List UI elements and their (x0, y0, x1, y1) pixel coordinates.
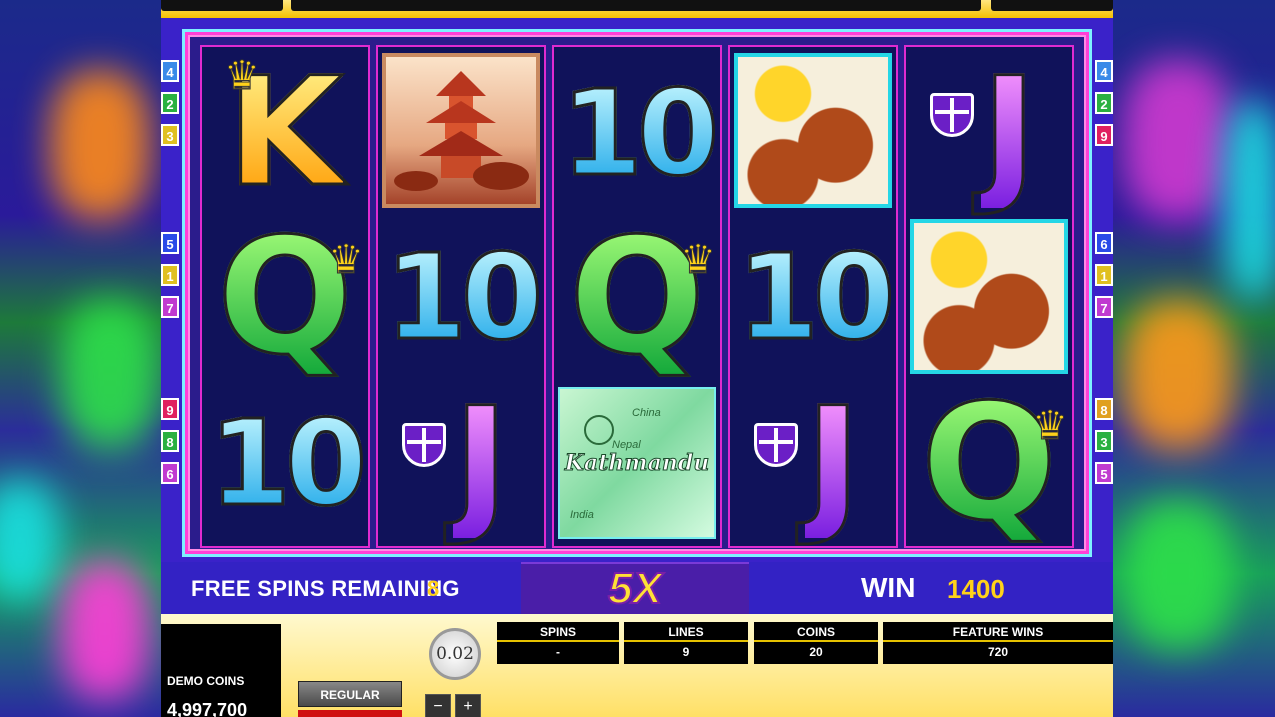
symbol-spice-bowls (910, 219, 1068, 374)
payline-number[interactable]: 6 (161, 462, 179, 484)
payline-number[interactable]: 9 (161, 398, 179, 420)
symbol-j-letter: J (980, 46, 1039, 220)
shield-icon (402, 423, 446, 467)
symbol-10-text: 10 (735, 228, 896, 366)
reel-3: 10 Q ♛ China Nepal Kathmandu India (552, 45, 722, 548)
stat-label: SPINS (497, 622, 619, 642)
status-bar: FREE SPINS REMAINING 8 5X WIN 1400 (161, 562, 1113, 614)
symbol-10: 10 (734, 217, 896, 377)
payline-number[interactable]: 7 (161, 296, 179, 318)
crown-icon: ♛ (1032, 404, 1069, 449)
multiplier-value: 5X (607, 563, 663, 614)
symbol-j: J (382, 383, 540, 543)
symbol-j-letter: J (452, 376, 511, 550)
target-icon (584, 415, 614, 445)
reel-frame: ♛ K Q ♛ 10 10 J 10 Q ♛ China Nepal Kathm… (185, 32, 1089, 554)
map-india-label: India (570, 509, 594, 521)
demo-coins-label: DEMO COINS (167, 674, 245, 688)
payline-number[interactable]: 5 (161, 232, 179, 254)
stat-coins: COINS 20 (754, 622, 878, 664)
shield-icon (754, 423, 798, 467)
stat-spins: SPINS - (497, 622, 619, 664)
shield-icon (930, 93, 974, 137)
crown-icon: ♛ (680, 238, 717, 283)
stat-value: 9 (682, 645, 690, 659)
paylines-left-bottom: 9 8 6 (161, 398, 181, 494)
reel-5: J Q ♛ (904, 45, 1074, 548)
map-title: Kathmandu (564, 450, 710, 477)
symbol-j: J (734, 383, 892, 543)
multiplier-panel: 5X (521, 562, 749, 614)
crown-icon: ♛ (328, 238, 365, 283)
payline-number[interactable]: 3 (161, 124, 179, 146)
stat-lines: LINES 9 (624, 622, 748, 664)
paylines-right-mid: 6 1 7 (1095, 232, 1113, 328)
symbol-10-text: 10 (207, 394, 368, 532)
stat-value: - (556, 645, 560, 659)
slot-game: 4 2 3 5 1 7 9 8 6 4 2 9 6 1 7 8 3 5 ♛ K (161, 0, 1113, 717)
demo-coins-box: DEMO COINS 4,997,700 (161, 624, 281, 717)
stat-label: LINES (624, 622, 748, 642)
symbol-spice-bowls (734, 53, 892, 208)
stat-feature-wins: FEATURE WINS 720 (883, 622, 1113, 664)
symbol-j-letter: J (804, 376, 863, 550)
symbol-k: ♛ K (206, 53, 364, 213)
stat-label: COINS (754, 622, 878, 642)
payline-number[interactable]: 9 (1095, 124, 1113, 146)
stat-value: 20 (809, 645, 823, 659)
spin-mode-button[interactable] (298, 710, 402, 717)
regular-button[interactable]: REGULAR (298, 681, 402, 707)
symbol-10-text: 10 (383, 228, 544, 366)
payline-number[interactable]: 4 (161, 60, 179, 82)
reel-4: 10 J (728, 45, 898, 548)
coin-increase-button[interactable]: + (455, 694, 481, 717)
demo-coins-value: 4,997,700 (167, 700, 248, 717)
symbol-q: Q ♛ (206, 215, 365, 378)
free-spins-label: FREE SPINS REMAINING (191, 576, 460, 601)
symbol-pagoda (382, 53, 540, 208)
payline-number[interactable]: 6 (1095, 232, 1113, 254)
symbol-q: Q ♛ (558, 215, 717, 378)
payline-number[interactable]: 1 (161, 264, 179, 286)
symbol-10-text: 10 (559, 64, 720, 202)
symbol-10: 10 (382, 217, 544, 377)
coin-value-chip[interactable]: 0.02 (429, 628, 481, 680)
symbol-map-scatter: China Nepal Kathmandu India (558, 387, 716, 539)
win-value: 1400 (947, 574, 1005, 604)
coin-decrease-button[interactable]: − (425, 694, 451, 717)
payline-number[interactable]: 8 (1095, 398, 1113, 420)
win-label: WIN (861, 572, 916, 603)
free-spins-value: 8 (427, 576, 440, 601)
symbol-10: 10 (558, 53, 720, 213)
crown-icon: ♛ (224, 54, 261, 99)
reel-1: ♛ K Q ♛ 10 (200, 45, 370, 548)
paylines-left-mid: 5 1 7 (161, 232, 181, 328)
top-bar (161, 0, 1113, 18)
background-left (0, 0, 161, 717)
symbol-q: Q ♛ (910, 381, 1069, 544)
paylines-left: 4 2 3 (161, 60, 181, 156)
paylines-right: 4 2 9 (1095, 60, 1113, 156)
pagoda-icon (394, 70, 529, 191)
payline-number[interactable]: 2 (1095, 92, 1113, 114)
payline-number[interactable]: 7 (1095, 296, 1113, 318)
reel-2: 10 J (376, 45, 546, 548)
payline-number[interactable]: 8 (161, 430, 179, 452)
map-china-label: China (632, 407, 661, 419)
payline-number[interactable]: 4 (1095, 60, 1113, 82)
symbol-j: J (910, 53, 1068, 213)
stat-label: FEATURE WINS (883, 622, 1113, 642)
background-right (1113, 0, 1275, 717)
payline-number[interactable]: 5 (1095, 462, 1113, 484)
payline-number[interactable]: 2 (161, 92, 179, 114)
paylines-right-bottom: 8 3 5 (1095, 398, 1113, 494)
payline-number[interactable]: 1 (1095, 264, 1113, 286)
map-nepal-label: Nepal (612, 439, 641, 451)
control-panel: DEMO COINS 4,997,700 REGULAR 0.02 − + SP… (161, 614, 1113, 717)
symbol-10: 10 (206, 383, 368, 543)
stat-value: 720 (987, 645, 1009, 659)
payline-number[interactable]: 3 (1095, 430, 1113, 452)
